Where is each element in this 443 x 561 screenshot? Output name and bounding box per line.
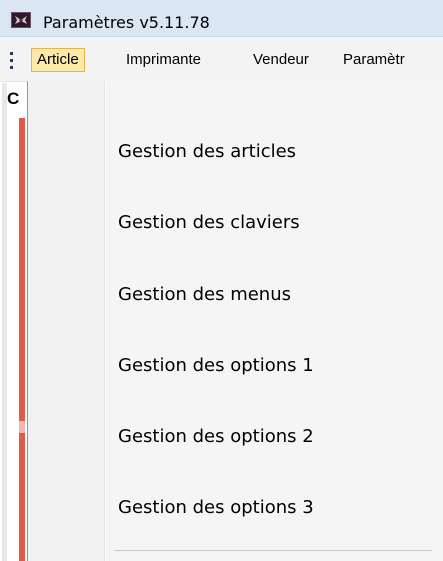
menu-article[interactable]: Article [31, 48, 85, 72]
menu-bar: Article Imprimante Vendeur Paramètr [0, 37, 443, 82]
menu-item-gestion-articles[interactable]: Gestion des articles [118, 141, 296, 162]
menu-separator [114, 550, 432, 551]
window-title: Paramètres v5.11.78 [43, 13, 210, 32]
menu-parametres[interactable]: Paramètr [343, 48, 405, 72]
accent-bar [19, 433, 25, 561]
panel-header-letter: C [7, 89, 20, 108]
article-dropdown-menu: Gestion des articles Gestion des clavier… [27, 81, 443, 561]
menu-item-gestion-options-2[interactable]: Gestion des options 2 [118, 426, 314, 447]
menu-vendeur[interactable]: Vendeur [253, 48, 309, 72]
menu-item-gestion-options-1[interactable]: Gestion des options 1 [118, 355, 314, 376]
panel-edge [2, 83, 7, 561]
toolbar-grip-icon[interactable] [10, 52, 13, 70]
menu-imprimante[interactable]: Imprimante [126, 48, 201, 72]
app-icon[interactable] [11, 12, 31, 28]
menu-item-gestion-menus[interactable]: Gestion des menus [118, 284, 291, 305]
accent-bar [19, 118, 25, 421]
accent-bar-gap [19, 421, 25, 433]
menu-icon-gutter [28, 81, 104, 561]
title-bar: Paramètres v5.11.78 [0, 0, 443, 37]
menu-item-gestion-claviers[interactable]: Gestion des claviers [118, 212, 300, 233]
menu-item-gestion-options-3[interactable]: Gestion des options 3 [118, 497, 314, 518]
gutter-divider-highlight [105, 81, 106, 561]
